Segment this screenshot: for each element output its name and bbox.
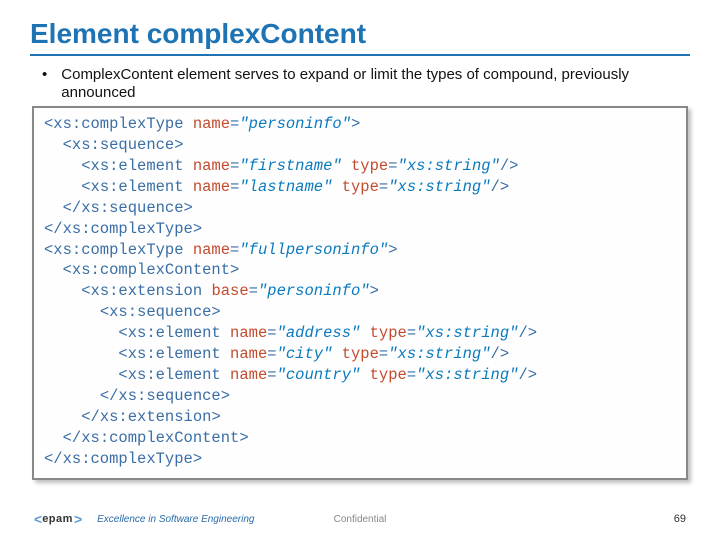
code-tag: <xs:element [118, 366, 220, 384]
code-val: "address" [277, 324, 361, 342]
code-attr: type [360, 324, 407, 342]
logo-open-angle: < [34, 511, 41, 527]
bullet-dot: • [42, 66, 47, 84]
slide: Element complexContent • ComplexContent … [0, 0, 720, 540]
code-tag: <xs:sequence> [100, 303, 221, 321]
code-attr: type [360, 366, 407, 384]
code-attr: base [202, 282, 249, 300]
code-tag: <xs:element [81, 178, 183, 196]
code-tag: <xs:element [118, 324, 220, 342]
code-close: /> [491, 178, 510, 196]
code-attr: name [221, 324, 268, 342]
code-val: "personinfo" [258, 282, 370, 300]
code-tag: <xs:element [118, 345, 220, 363]
code-attr: type [342, 157, 389, 175]
code-close: /> [491, 345, 510, 363]
code-attr: name [184, 241, 231, 259]
code-tag: </xs:sequence> [100, 387, 230, 405]
code-tag: </xs:complexType> [44, 450, 202, 468]
code-val: "xs:string" [416, 366, 518, 384]
title-underline [30, 54, 690, 56]
code-val: "xs:string" [398, 157, 500, 175]
code-close: > [388, 241, 397, 259]
code-tag: </xs:extension> [81, 408, 221, 426]
footer: < epam > Excellence in Software Engineer… [0, 506, 720, 532]
footer-tagline: Excellence in Software Engineering [97, 514, 254, 525]
code-close: > [370, 282, 379, 300]
code-attr: name [221, 345, 268, 363]
code-close: > [351, 115, 360, 133]
code-tag: <xs:complexType [44, 241, 184, 259]
footer-confidential: Confidential [334, 514, 387, 525]
code-tag: <xs:extension [81, 282, 202, 300]
code-val: "country" [277, 366, 361, 384]
brand-logo: < epam > [34, 511, 81, 527]
code-close: /> [500, 157, 519, 175]
code-val: "xs:string" [388, 345, 490, 363]
logo-brand-text: epam [42, 513, 73, 525]
logo-close-angle: > [74, 511, 81, 527]
code-attr: type [332, 345, 379, 363]
code-attr: type [332, 178, 379, 196]
code-tag: <xs:complexContent> [63, 261, 240, 279]
code-val: "city" [277, 345, 333, 363]
bullet-item: • ComplexContent element serves to expan… [42, 66, 690, 102]
code-attr: name [184, 178, 231, 196]
code-tag: </xs:complexType> [44, 220, 202, 238]
code-val: "xs:string" [388, 178, 490, 196]
code-close: /> [518, 324, 537, 342]
code-val: "xs:string" [416, 324, 518, 342]
code-attr: name [184, 157, 231, 175]
code-tag: <xs:complexType [44, 115, 184, 133]
slide-title: Element complexContent [30, 18, 690, 50]
code-val: "personinfo" [239, 115, 351, 133]
code-val: "fullpersoninfo" [239, 241, 388, 259]
code-eq: = [230, 115, 239, 133]
code-tag: <xs:sequence> [63, 136, 184, 154]
code-attr: name [184, 115, 231, 133]
code-close: /> [518, 366, 537, 384]
bullet-text: ComplexContent element serves to expand … [61, 66, 690, 102]
code-val: "lastname" [239, 178, 332, 196]
code-tag: </xs:sequence> [63, 199, 193, 217]
code-tag: <xs:element [81, 157, 183, 175]
code-block: <xs:complexType name="personinfo"> <xs:s… [32, 106, 688, 480]
code-val: "firstname" [239, 157, 341, 175]
page-number: 69 [674, 513, 686, 525]
code-attr: name [221, 366, 268, 384]
code-tag: </xs:complexContent> [63, 429, 249, 447]
